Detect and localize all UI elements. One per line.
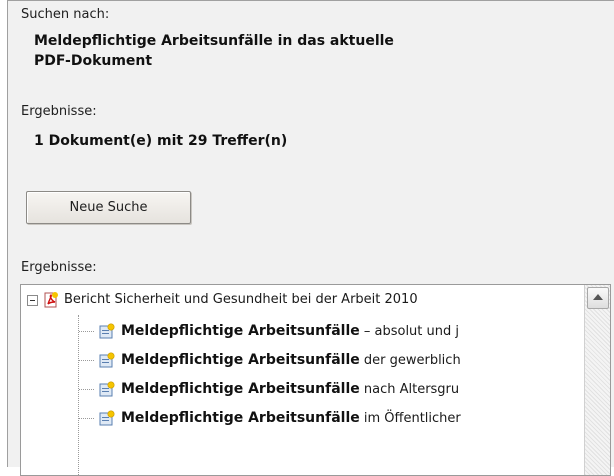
results-summary-value: 1 Dokument(e) mit 29 Treffer(n) xyxy=(34,133,288,149)
pdf-document-icon xyxy=(44,292,58,308)
tree-branch xyxy=(79,331,94,332)
vertical-scrollbar[interactable] xyxy=(584,285,610,475)
results-summary-label: Ergebnisse: xyxy=(21,104,97,119)
search-query-line-2: PDF-Dokument xyxy=(34,53,153,69)
search-panel: Suchen nach: Meldepflichtige Arbeitsunfä… xyxy=(7,0,614,476)
tree-collapse-icon[interactable] xyxy=(27,295,38,306)
result-item-context: nach Altersgru xyxy=(359,382,460,397)
result-item-match: Meldepflichtige Arbeitsunfälle xyxy=(121,352,360,368)
search-for-label: Suchen nach: xyxy=(21,7,110,22)
search-query-line-1: Meldepflichtige Arbeitsunfälle in das ak… xyxy=(34,33,394,49)
result-item[interactable]: Meldepflichtige Arbeitsunfälle nach Alte… xyxy=(21,378,581,400)
result-item-match: Meldepflichtige Arbeitsunfälle xyxy=(121,381,360,397)
search-hit-icon xyxy=(99,410,115,426)
new-search-button[interactable]: Neue Suche xyxy=(26,191,191,224)
results-list-label: Ergebnisse: xyxy=(21,260,97,275)
search-query: Meldepflichtige Arbeitsunfälle in das ak… xyxy=(34,31,394,71)
search-hit-icon xyxy=(99,381,115,397)
tree-document-title: Bericht Sicherheit und Gesundheit bei de… xyxy=(64,292,418,307)
result-item-context: der gewerblich xyxy=(359,353,461,368)
search-hit-icon xyxy=(99,323,115,339)
tree-document-row[interactable]: Bericht Sicherheit und Gesundheit bei de… xyxy=(21,289,581,311)
scroll-up-arrow-icon[interactable] xyxy=(587,287,609,309)
tree-branch xyxy=(79,418,94,419)
result-item-context: im Öffentlicher xyxy=(359,411,461,426)
result-item-match: Meldepflichtige Arbeitsunfälle xyxy=(121,410,360,426)
search-hit-icon xyxy=(99,352,115,368)
tree-branch xyxy=(79,389,94,390)
result-item[interactable]: Meldepflichtige Arbeitsunfälle – absolut… xyxy=(21,320,581,342)
result-item[interactable]: Meldepflichtige Arbeitsunfälle der gewer… xyxy=(21,349,581,371)
result-item-match: Meldepflichtige Arbeitsunfälle xyxy=(121,323,360,339)
results-tree[interactable]: Bericht Sicherheit und Gesundheit bei de… xyxy=(20,284,611,476)
result-item-context: – absolut und j xyxy=(359,324,459,339)
result-item[interactable]: Meldepflichtige Arbeitsunfälle im Öffent… xyxy=(21,407,581,429)
tree-branch xyxy=(79,360,94,361)
